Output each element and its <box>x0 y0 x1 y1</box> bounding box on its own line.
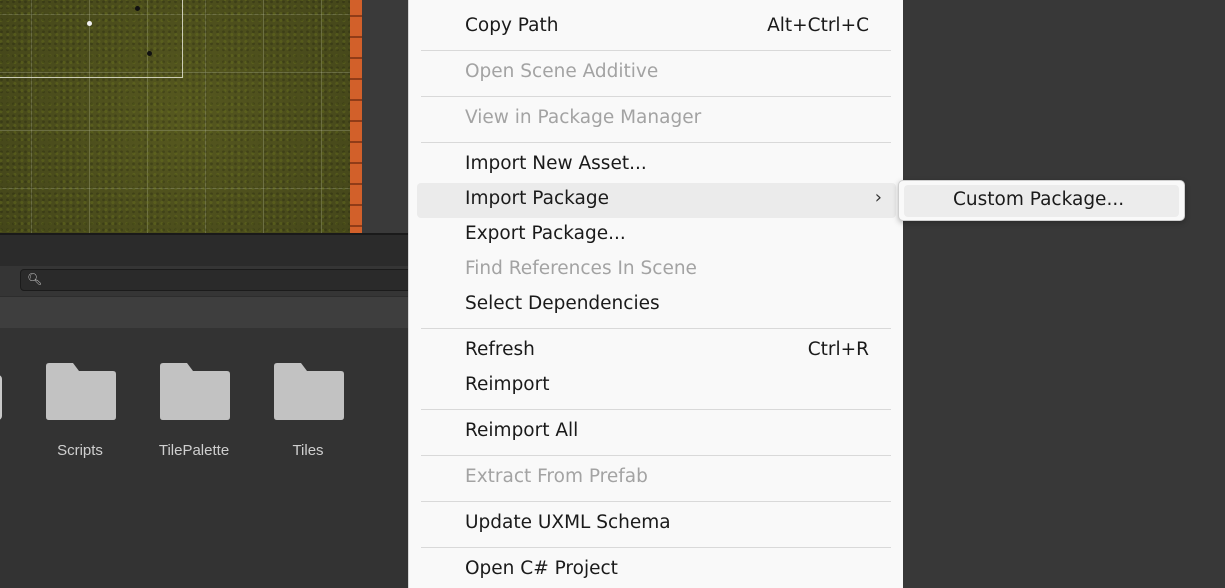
menu-separator <box>421 409 891 410</box>
menu-item-export-package[interactable]: Export Package... <box>417 218 896 253</box>
chevron-right-icon: › <box>874 187 882 208</box>
submenu-item-custom-package[interactable]: Custom Package... <box>904 185 1179 217</box>
folder-item-scripts[interactable]: Scripts <box>35 328 125 459</box>
menu-item-label: Select Dependencies <box>465 293 660 314</box>
folder-label: TilePalette <box>158 442 230 459</box>
menu-separator <box>421 50 891 51</box>
scene-view[interactable] <box>0 0 362 233</box>
menu-item-label: Import New Asset... <box>465 153 647 174</box>
scene-sprite-dark[interactable] <box>135 6 140 11</box>
submenu-item-label: Custom Package... <box>953 189 1125 210</box>
menu-separator <box>421 96 891 97</box>
menu-separator <box>421 501 891 502</box>
search-icon: 🔍︎ <box>27 272 43 286</box>
menu-item-label: Refresh <box>465 339 535 360</box>
pitch-boundary-line <box>0 0 183 78</box>
folder-icon <box>274 363 344 420</box>
menu-item-label: Find References In Scene <box>465 258 697 279</box>
project-breadcrumb-bar <box>0 296 408 328</box>
project-panel-toolbar <box>0 233 408 266</box>
folder-item-tiles[interactable]: Tiles <box>263 328 353 459</box>
menu-separator <box>421 547 891 548</box>
menu-separator <box>421 455 891 456</box>
project-search-row: 🔍︎ <box>0 266 420 296</box>
menu-item-label: Reimport <box>465 374 550 395</box>
menu-item-update-uxml-schema[interactable]: Update UXML Schema <box>417 507 896 542</box>
menu-item-select-dependencies[interactable]: Select Dependencies <box>417 288 896 323</box>
folder-item-tilepalette[interactable]: TilePalette <box>149 328 239 459</box>
menu-item-reimport-all[interactable]: Reimport All <box>417 415 896 450</box>
menu-item-refresh[interactable]: Refresh Ctrl+R <box>417 334 896 369</box>
menu-item-reimport[interactable]: Reimport <box>417 369 896 404</box>
menu-item-label: Open Scene Additive <box>465 61 659 82</box>
menu-item-label: Extract From Prefab <box>465 466 648 487</box>
project-search-input[interactable]: 🔍︎ <box>20 269 420 291</box>
folder-icon[interactable] <box>0 375 2 420</box>
menu-item-open-csharp-project[interactable]: Open C# Project <box>417 553 896 588</box>
editor-background <box>903 0 1225 588</box>
menu-item-find-references-in-scene: Find References In Scene <box>417 253 896 288</box>
menu-item-label: Copy Path <box>465 15 559 36</box>
scene-gutter <box>362 0 408 233</box>
menu-item-extract-from-prefab: Extract From Prefab <box>417 461 896 496</box>
menu-item-label: View in Package Manager <box>465 107 702 128</box>
folder-icon <box>46 363 116 420</box>
folder-label: Scripts <box>57 442 103 459</box>
menu-item-shortcut: Alt+Ctrl+C <box>767 15 869 36</box>
menu-item-label: Reimport All <box>465 420 579 441</box>
menu-item-copy-path[interactable]: Copy Path Alt+Ctrl+C <box>417 10 896 45</box>
menu-item-label: Export Package... <box>465 223 626 244</box>
scene-sprite-dark[interactable] <box>147 51 152 56</box>
folder-icon <box>160 363 230 420</box>
folder-label: Tiles <box>292 442 324 459</box>
menu-item-label: Import Package <box>465 188 609 209</box>
menu-separator <box>421 328 891 329</box>
menu-item-label: Update UXML Schema <box>465 512 671 533</box>
menu-item-shortcut: Ctrl+R <box>807 339 869 360</box>
scene-wall-tiles <box>350 0 362 233</box>
menu-item-label: Open C# Project <box>465 558 618 579</box>
menu-item-open-scene-additive: Open Scene Additive <box>417 56 896 91</box>
menu-item-view-in-package-manager: View in Package Manager <box>417 102 896 137</box>
menu-item-import-new-asset[interactable]: Import New Asset... <box>417 148 896 183</box>
menu-item-import-package[interactable]: Import Package › <box>417 183 896 218</box>
scene-sprite-white[interactable] <box>87 21 92 26</box>
menu-separator <box>421 142 891 143</box>
context-menu: Copy Path Alt+Ctrl+C Open Scene Additive… <box>408 0 903 588</box>
import-package-submenu: Custom Package... <box>898 180 1185 221</box>
